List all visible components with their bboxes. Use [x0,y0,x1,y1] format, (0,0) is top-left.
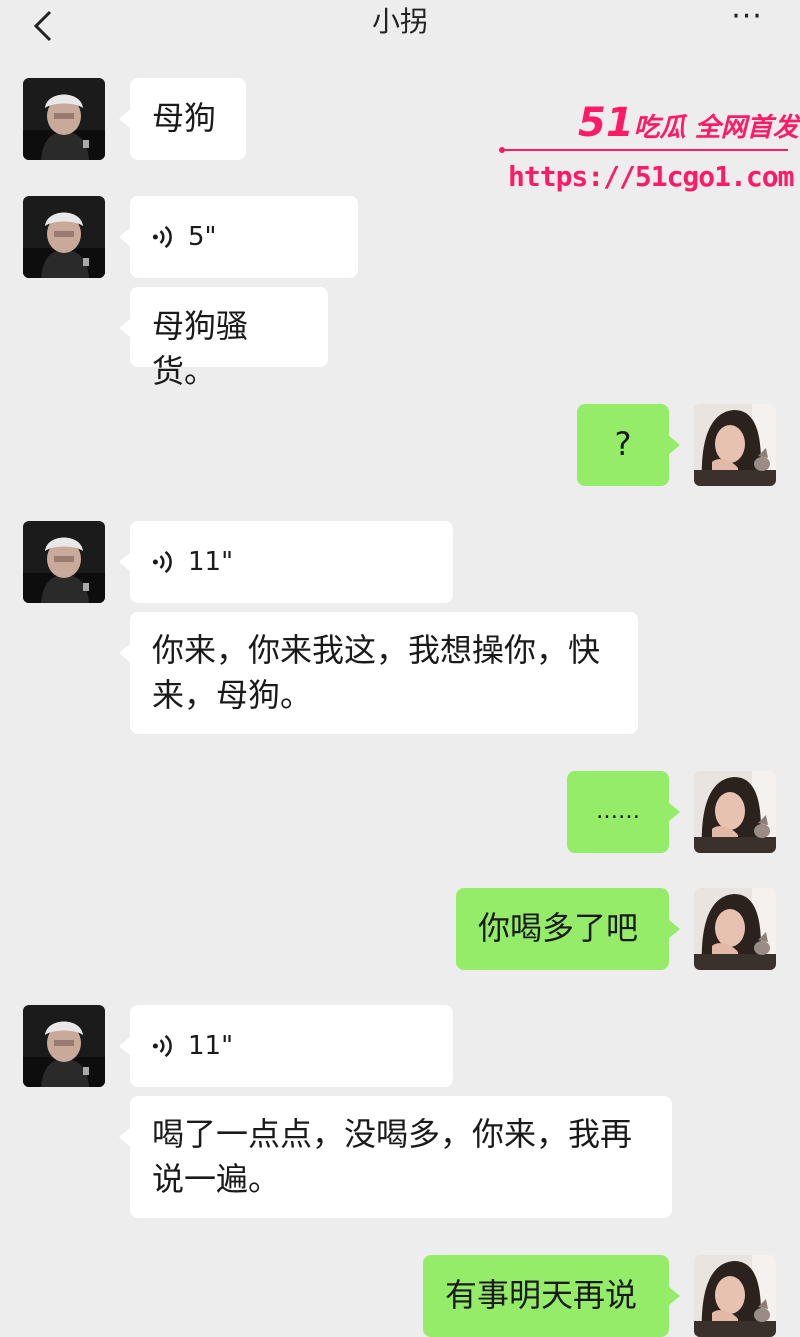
voice-message-bubble[interactable]: 11" [119,521,453,603]
voice-message-bubble[interactable]: 5" [119,196,358,278]
watermark-number: 51 [578,100,634,146]
contact-avatar[interactable] [23,521,105,603]
voice-message-bubble[interactable]: 11" [119,1005,453,1087]
message-bubble-incoming[interactable]: 母狗骚货。 [119,287,328,390]
voice-duration: 11" [188,546,234,577]
watermark-url: https://51cgo1.com [508,160,794,193]
message-bubble-incoming[interactable]: 喝了一点点，没喝多，你来，我再 说一遍。 [119,1096,672,1218]
message-bubble-outgoing[interactable]: …… [567,771,680,853]
message-text-line: 你来，你来我这，我想操你，快 [152,631,601,669]
message-bubble-outgoing[interactable]: 有事明天再说 [423,1255,680,1337]
message-text-line: 来，母狗。 [152,676,313,714]
message-text: ? [614,425,632,463]
contact-avatar[interactable] [23,78,105,160]
message-text-line: 说一遍。 [152,1160,281,1198]
voice-wave-icon [152,1033,174,1059]
contact-avatar[interactable] [23,196,105,278]
my-avatar[interactable] [694,771,776,853]
contact-avatar[interactable] [23,1005,105,1087]
message-bubble-outgoing[interactable]: ? [577,404,680,486]
my-avatar[interactable] [694,1255,776,1337]
message-bubble-incoming[interactable]: 你来，你来我这，我想操你，快 来，母狗。 [119,612,638,734]
voice-message: 5" [152,196,336,278]
watermark-logo: 51吃瓜 全网首发 [578,100,799,146]
watermark-underline-icon [499,147,788,153]
message-text: …… [596,799,640,824]
message-text: 母狗 [152,99,217,137]
chat-title: 小拐 [371,5,428,38]
voice-duration: 5" [188,221,217,252]
voice-wave-icon [152,224,174,250]
message-bubble-outgoing[interactable]: 你喝多了吧 [456,888,680,970]
chat-header: 小拐 ··· [0,0,800,62]
voice-message: 11" [152,1005,431,1087]
voice-wave-icon [152,549,174,575]
more-options-button[interactable]: ··· [722,2,772,36]
my-avatar[interactable] [694,404,776,486]
message-text: 有事明天再说 [445,1276,638,1314]
voice-duration: 11" [188,1030,234,1061]
my-avatar[interactable] [694,888,776,970]
message-text-line: 喝了一点点，没喝多，你来，我再 [152,1115,633,1153]
message-bubble-incoming[interactable]: 母狗 [119,78,246,160]
voice-message: 11" [152,521,431,603]
watermark-brand-text: 吃瓜 全网首发 [633,113,799,143]
message-text: 母狗骚货。 [152,307,249,390]
message-text: 你喝多了吧 [478,909,639,947]
